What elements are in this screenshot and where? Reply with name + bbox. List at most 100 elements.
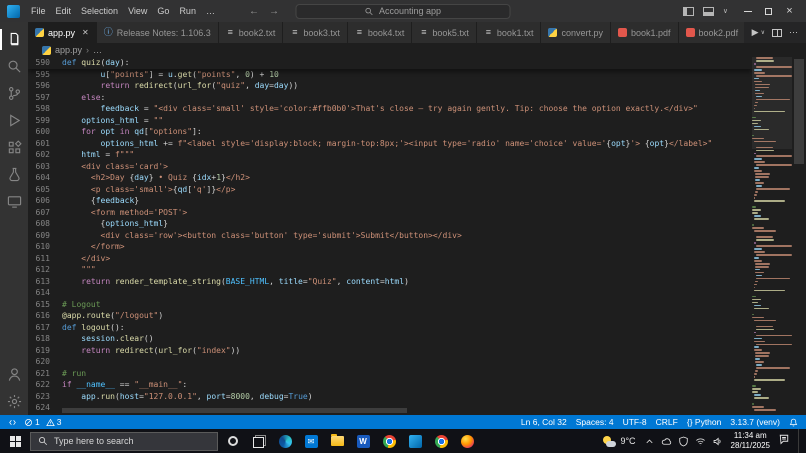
breadcrumb-more[interactable]: … (93, 45, 102, 55)
taskbar-search[interactable]: Type here to search (30, 431, 218, 451)
tab-book4-txt[interactable]: ≡ book4.txt (347, 22, 413, 43)
forward-icon[interactable]: → (269, 6, 279, 17)
code-line: 617 def logout(): (28, 322, 752, 334)
taskbar-clock[interactable]: 11:34 am 28/11/2025 (731, 431, 770, 451)
vertical-scrollbar-thumb[interactable] (794, 59, 804, 164)
minimap-line (755, 176, 769, 178)
menu-run[interactable]: Run (174, 6, 201, 16)
vscode-button[interactable] (402, 429, 428, 453)
volume-icon[interactable] (712, 436, 723, 447)
remote-indicator[interactable] (8, 418, 17, 427)
minimap-line (752, 137, 764, 140)
firefox-button[interactable] (454, 429, 480, 453)
minimap-line (756, 334, 792, 337)
close-icon[interactable]: ✕ (82, 28, 89, 37)
statusbar-item-utf-8[interactable]: UTF-8 (623, 417, 647, 427)
problems-indicator[interactable]: 1 3 (24, 417, 61, 427)
menu-go[interactable]: Go (152, 6, 174, 16)
start-button[interactable] (0, 429, 30, 453)
menu-file[interactable]: File (26, 6, 51, 16)
run-debug-icon[interactable] (0, 107, 28, 134)
tab-app-py[interactable]: app.py ✕ (28, 22, 97, 43)
edge-button[interactable] (272, 429, 298, 453)
statusbar-item--python[interactable]: {} Python (687, 417, 722, 427)
cloud-icon[interactable] (661, 436, 672, 447)
minimap-line (754, 140, 776, 143)
menu-selection[interactable]: Selection (76, 6, 123, 16)
more-actions-icon[interactable]: ⋯ (789, 27, 798, 38)
code-line: 607 <form method='POST'> (28, 207, 752, 219)
vertical-scrollbar[interactable] (792, 57, 806, 415)
bell-icon[interactable] (789, 418, 798, 427)
back-icon[interactable]: ← (249, 6, 259, 17)
run-python-file-icon[interactable]: ▶ (752, 27, 759, 38)
tab-book5-txt[interactable]: ≡ book5.txt (412, 22, 477, 43)
line-text: return redirect(url_for("quiz", day=day)… (100, 81, 299, 90)
maximize-button[interactable] (758, 0, 779, 22)
account-icon[interactable] (0, 361, 28, 388)
tab-book2-pdf[interactable]: book2.pdf (678, 22, 744, 43)
file-explorer-icon (330, 434, 344, 446)
testing-icon[interactable] (0, 161, 28, 188)
breadcrumb[interactable]: app.py › … (28, 43, 806, 57)
search-icon[interactable] (0, 53, 28, 80)
menu-view[interactable]: View (123, 6, 152, 16)
line-number: 598 (35, 104, 50, 113)
main-area: app.py ✕ ⓘ Release Notes: 1.106.3 ≡ book2.txt… (0, 22, 806, 415)
minimap-line (755, 191, 759, 193)
menu-edit[interactable]: Edit (51, 6, 77, 16)
minimap-line (756, 367, 790, 369)
layout-chevron-icon[interactable]: ∨ (723, 7, 728, 15)
cortana-button[interactable] (220, 429, 246, 453)
show-desktop-button[interactable] (798, 429, 802, 453)
code-editor[interactable]: 590 def quiz(day): 595 u["points"] = u.ge… (28, 57, 806, 415)
minimap[interactable] (752, 57, 792, 415)
extensions-icon[interactable] (0, 134, 28, 161)
shield-icon[interactable] (678, 436, 689, 447)
line-number: 606 (35, 196, 50, 205)
file-explorer-button[interactable] (324, 429, 350, 453)
run-dropdown-icon[interactable]: ∨ (761, 29, 765, 36)
tab-release-notes-1-106-3[interactable]: ⓘ Release Notes: 1.106.3 (96, 22, 219, 43)
statusbar-item-spaces-4[interactable]: Spaces: 4 (576, 417, 614, 427)
minimap-line (754, 230, 776, 232)
minimize-button[interactable] (737, 0, 758, 22)
line-text: feedback = "<div class='small' style='co… (100, 104, 698, 113)
close-button[interactable]: × (779, 0, 800, 22)
horizontal-scrollbar-thumb[interactable] (62, 408, 407, 413)
word-button[interactable]: W (350, 429, 376, 453)
source-control-icon[interactable] (0, 80, 28, 107)
statusbar-item-ln-6-col-32[interactable]: Ln 6, Col 32 (521, 417, 567, 427)
tab-book1-txt[interactable]: ≡ book1.txt (476, 22, 542, 43)
window-controls: × (737, 0, 800, 22)
tab-book3-txt[interactable]: ≡ book3.txt (283, 22, 348, 43)
statusbar-item-3-13-7-venv-[interactable]: 3.13.7 (venv) (730, 417, 780, 427)
tab-book2-txt[interactable]: ≡ book2.txt (218, 22, 284, 43)
minimap-line (756, 57, 773, 59)
breadcrumb-file[interactable]: app.py (55, 45, 82, 55)
split-editor-icon[interactable] (772, 28, 782, 37)
settings-gear-icon[interactable] (0, 388, 28, 415)
menu-[interactable]: … (201, 6, 220, 16)
explorer-icon[interactable] (0, 26, 28, 53)
minimap-line (756, 164, 792, 167)
line-text: def logout(): (62, 322, 125, 332)
mail-button[interactable]: ✉ (298, 429, 324, 453)
chrome-button[interactable] (428, 429, 454, 453)
command-center[interactable]: Accounting app (295, 3, 511, 19)
line-text: options_html = "" (81, 115, 164, 125)
chrome-button[interactable] (376, 429, 402, 453)
tab-book1-pdf[interactable]: book1.pdf (610, 22, 679, 43)
remote-explorer-icon[interactable] (0, 188, 28, 215)
weather-widget[interactable]: 9°C (603, 435, 636, 447)
tab-convert-py[interactable]: convert.py (541, 22, 611, 43)
minimap-slider[interactable] (752, 57, 792, 149)
toggle-sidebar-icon[interactable] (682, 6, 694, 16)
action-center-icon[interactable] (778, 432, 790, 450)
minimap-line (754, 373, 757, 375)
task-view-button[interactable] (246, 429, 272, 453)
statusbar-item-crlf[interactable]: CRLF (656, 417, 678, 427)
wifi-icon[interactable] (695, 436, 706, 447)
chevron-up-icon[interactable] (644, 436, 655, 447)
toggle-panel-icon[interactable] (702, 6, 714, 16)
